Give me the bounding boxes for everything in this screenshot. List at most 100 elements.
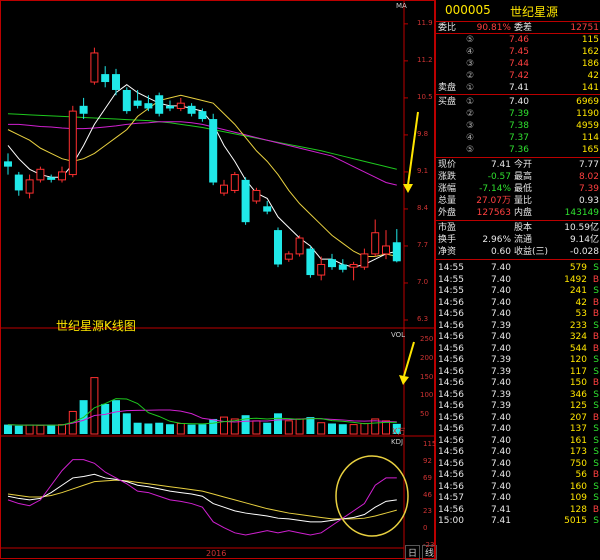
volume-bar bbox=[295, 418, 304, 435]
tick-price: 7.41 bbox=[490, 504, 511, 515]
tick-row: 14:56 7.39 346 S bbox=[436, 389, 600, 401]
stat-value-2: 143149 bbox=[564, 208, 599, 218]
stat-value: 127563 bbox=[476, 208, 511, 218]
stat-value: -0.57 bbox=[487, 172, 511, 182]
stat2-row: 换手 2.96% 流通 9.14亿 bbox=[436, 234, 600, 246]
stat-value-2: 7.77 bbox=[578, 160, 599, 170]
buy-level: ① bbox=[466, 97, 475, 107]
volume-bar bbox=[284, 420, 293, 435]
tick-row: 14:57 7.40 109 S bbox=[436, 492, 600, 504]
buy-volume: 1190 bbox=[576, 109, 599, 119]
quote-panel: 000005 世纪星源 委比 90.81% 委差 12751 ⑤ 7.46 115 ④ 7.45… bbox=[435, 0, 600, 559]
period-button-day[interactable]: 日 bbox=[405, 545, 421, 560]
candle-body bbox=[90, 52, 99, 83]
highlight-circle bbox=[335, 455, 409, 537]
tick-volume: 117 bbox=[569, 366, 587, 377]
candle-body bbox=[101, 74, 110, 83]
candle-body bbox=[274, 230, 282, 265]
tick-row: 14:56 7.39 120 S bbox=[436, 354, 600, 366]
stat-label-2: 量比 bbox=[514, 196, 533, 206]
tick-price: 7.39 bbox=[490, 366, 511, 377]
volume-ma5-line bbox=[7, 398, 397, 426]
candle-body bbox=[360, 253, 369, 268]
stat2-label: 市盈 bbox=[438, 223, 457, 233]
buy-price: 7.37 bbox=[508, 133, 529, 143]
buy-price: 7.38 bbox=[508, 121, 529, 131]
tick-volume: 233 bbox=[569, 320, 587, 331]
tick-volume: 150 bbox=[569, 378, 587, 388]
candle-body bbox=[317, 263, 326, 276]
volume-bar bbox=[176, 422, 185, 435]
tick-row: 14:56 7.40 173 S bbox=[436, 446, 600, 458]
kline-chart-panel[interactable]: 世纪星源K线图 MA VOL KDJ X万 2016 日 线 11.9 11.2 1… bbox=[0, 0, 438, 560]
tick-time: 14:56 bbox=[438, 504, 464, 515]
sell-volume: 115 bbox=[581, 35, 599, 45]
tick-row: 14:56 7.40 56 B bbox=[436, 469, 600, 481]
volume-bar bbox=[4, 424, 12, 434]
buy-volume: 165 bbox=[581, 145, 599, 155]
candle-body bbox=[58, 171, 66, 181]
sell-level: ① bbox=[466, 83, 475, 93]
tick-time: 14:55 bbox=[438, 263, 464, 273]
tick-row: 14:56 7.39 117 S bbox=[436, 366, 600, 378]
stat-row: 现价 7.41 今开 7.77 bbox=[436, 159, 600, 171]
tick-price: 7.39 bbox=[490, 320, 511, 331]
tick-direction: B bbox=[592, 343, 599, 354]
candle-body bbox=[338, 264, 347, 270]
candle-body bbox=[306, 248, 315, 276]
tick-row: 14:56 7.41 128 B bbox=[436, 504, 600, 516]
kline-chart-svg[interactable] bbox=[0, 0, 435, 559]
kdj-d-line bbox=[7, 479, 397, 520]
stat-row: 涨幅 -7.14% 最低 7.39 bbox=[436, 183, 600, 195]
tick-price: 7.40 bbox=[490, 343, 511, 354]
vol-label: VOL bbox=[391, 331, 406, 339]
tick-time: 14:56 bbox=[438, 389, 464, 400]
tick-price: 7.40 bbox=[490, 493, 511, 503]
price-tick-label: 11.2 bbox=[417, 55, 433, 64]
stat2-label-2: 流通 bbox=[514, 235, 533, 245]
tick-volume: 579 bbox=[569, 263, 587, 273]
year-label: 2016 bbox=[206, 549, 227, 558]
tick-time: 15:00 bbox=[438, 516, 464, 526]
buy-row: ④ 7.37 114 bbox=[436, 132, 600, 144]
tick-row: 14:56 7.40 207 B bbox=[436, 412, 600, 424]
candle-body bbox=[220, 184, 228, 194]
price-tick-label: 7.0 bbox=[417, 277, 429, 286]
volume-bar bbox=[101, 403, 110, 434]
tick-row: 14:56 7.40 544 B bbox=[436, 343, 600, 355]
tick-price: 7.40 bbox=[490, 424, 511, 434]
stat-label: 涨幅 bbox=[438, 184, 457, 194]
volume-bar bbox=[187, 424, 196, 434]
stat-value-2: 7.39 bbox=[578, 184, 599, 194]
tick-volume: 109 bbox=[569, 493, 587, 503]
kdj-tick-label: 0 bbox=[423, 524, 428, 533]
volume-bar bbox=[112, 400, 120, 434]
tick-price: 7.40 bbox=[490, 470, 511, 480]
candle-body bbox=[36, 168, 45, 181]
candle-body bbox=[144, 103, 153, 109]
tick-volume: 346 bbox=[569, 389, 587, 400]
tick-time: 14:56 bbox=[438, 343, 464, 354]
tick-row: 14:56 7.39 233 S bbox=[436, 320, 600, 332]
buy-price: 7.39 bbox=[508, 109, 529, 119]
buy-level: ② bbox=[466, 109, 475, 119]
buy-volume: 4959 bbox=[576, 121, 599, 131]
sell-volume: 42 bbox=[587, 71, 599, 81]
tick-time: 14:56 bbox=[438, 366, 464, 377]
tick-direction: S bbox=[593, 320, 599, 331]
price-tick-label: 6.3 bbox=[417, 315, 429, 323]
volume-tick-label: 150 bbox=[420, 372, 434, 381]
candle-body bbox=[68, 110, 77, 176]
candle-body bbox=[382, 245, 390, 255]
volume-bar bbox=[317, 422, 326, 435]
sell-price: 7.45 bbox=[508, 47, 529, 57]
candle-body bbox=[284, 253, 293, 260]
tick-row: 14:56 7.40 161 S bbox=[436, 435, 600, 447]
candle-body bbox=[187, 105, 196, 114]
tick-direction: B bbox=[592, 504, 599, 515]
tick-direction: S bbox=[593, 493, 599, 503]
tick-price: 7.40 bbox=[490, 274, 511, 285]
candle-body bbox=[209, 119, 218, 183]
tick-volume: 324 bbox=[569, 332, 587, 342]
volume-bar bbox=[360, 422, 369, 435]
